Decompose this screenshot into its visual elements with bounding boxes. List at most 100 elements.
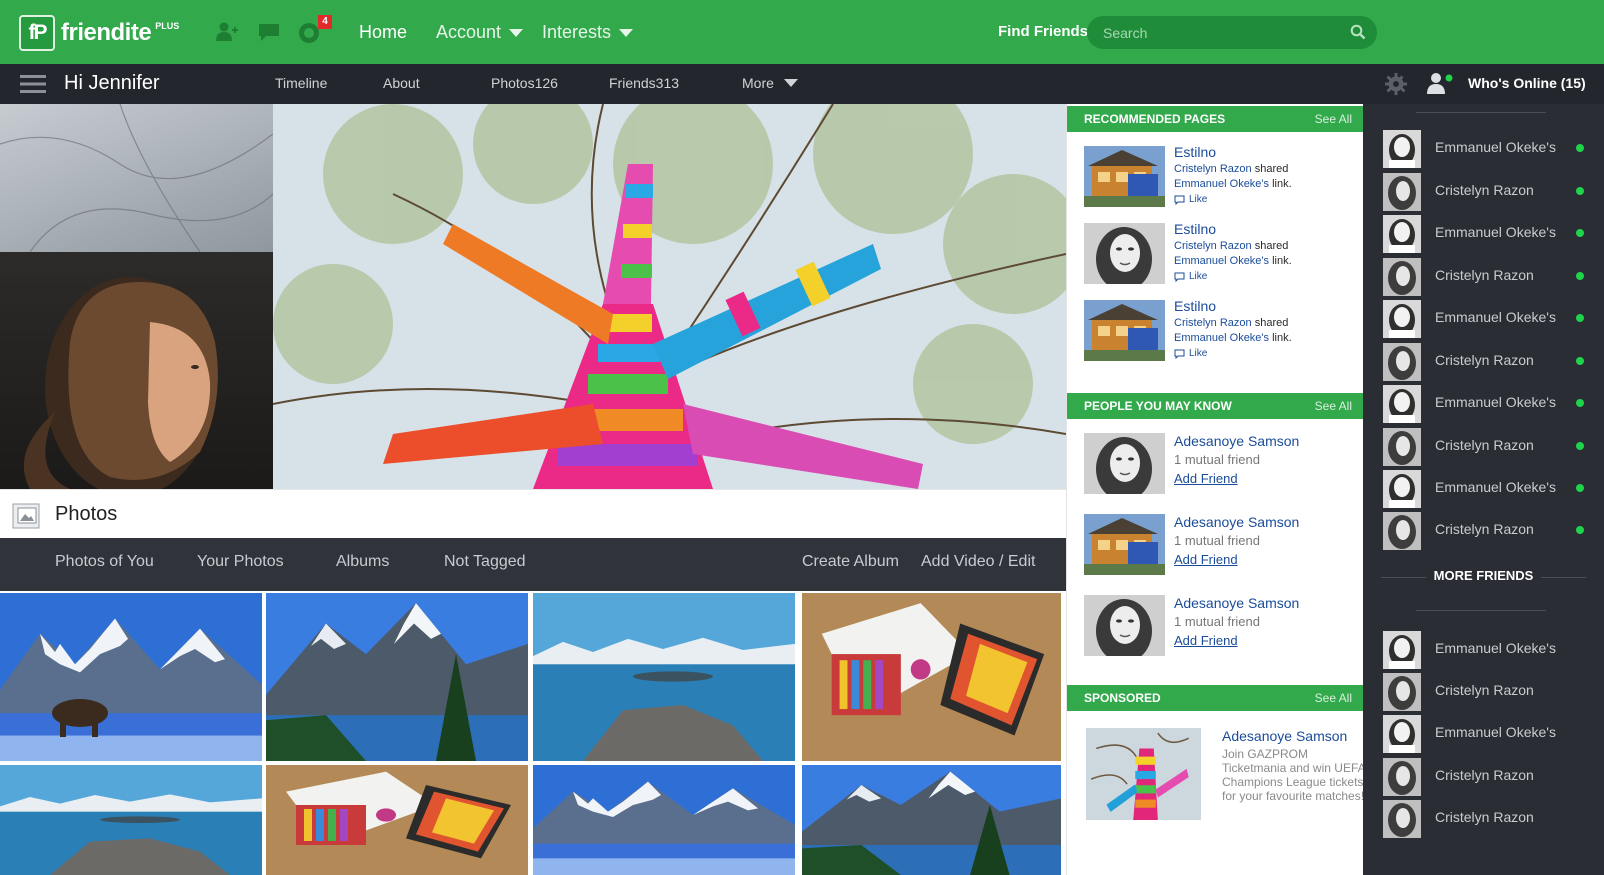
owner-link[interactable]: Emmanuel Okeke's bbox=[1174, 255, 1269, 267]
online-friend[interactable]: Emmanuel Okeke's bbox=[1363, 297, 1604, 339]
page-name[interactable]: Estilno bbox=[1174, 298, 1216, 314]
see-all-link[interactable]: See All bbox=[1315, 691, 1352, 705]
friend-name: Emmanuel Okeke's bbox=[1435, 309, 1556, 325]
tab-photos[interactable]: Photos126 bbox=[491, 75, 558, 91]
add-video-edit-button[interactable]: Add Video / Edit bbox=[921, 553, 1035, 571]
person-name[interactable]: Adesanoye Samson bbox=[1174, 595, 1299, 611]
hamburger-menu-icon[interactable] bbox=[20, 74, 46, 94]
online-friend[interactable]: Emmanuel Okeke's bbox=[1363, 467, 1604, 509]
like-label: Like bbox=[1189, 271, 1208, 282]
tab-your-photos[interactable]: Your Photos bbox=[197, 553, 284, 571]
friend[interactable]: Cristelyn Razon bbox=[1363, 797, 1604, 839]
tab-friends[interactable]: Friends313 bbox=[609, 75, 679, 91]
logo[interactable]: fP friendite PLUS bbox=[19, 15, 181, 51]
cover-photo[interactable] bbox=[272, 74, 1083, 489]
see-all-link[interactable]: See All bbox=[1315, 112, 1352, 126]
photo-thumbnail[interactable] bbox=[0, 593, 262, 761]
logo-plus: PLUS bbox=[155, 21, 180, 31]
friend-name: Cristelyn Razon bbox=[1435, 682, 1534, 698]
friend-name: Cristelyn Razon bbox=[1435, 809, 1534, 825]
tab-timeline[interactable]: Timeline bbox=[275, 75, 327, 91]
online-friend[interactable]: Cristelyn Razon bbox=[1363, 255, 1604, 297]
avatar bbox=[1383, 258, 1421, 296]
nav-account-dropdown[interactable]: Account bbox=[436, 22, 524, 43]
tab-photos-of-you[interactable]: Photos of You bbox=[55, 553, 154, 571]
owner-line: Emmanuel Okeke's link. bbox=[1174, 255, 1292, 267]
sharer-link[interactable]: Cristelyn Razon bbox=[1174, 163, 1252, 175]
photo-thumbnail[interactable] bbox=[266, 593, 528, 761]
whos-online-count[interactable]: Who's Online (15) bbox=[1468, 75, 1586, 91]
like-label: Like bbox=[1189, 348, 1208, 359]
page-name[interactable]: Estilno bbox=[1174, 144, 1216, 160]
person-avatar[interactable] bbox=[1084, 433, 1165, 494]
search-icon[interactable] bbox=[1350, 24, 1366, 40]
photo-thumbnail[interactable] bbox=[266, 765, 528, 875]
online-friend[interactable]: Emmanuel Okeke's bbox=[1363, 212, 1604, 254]
tab-albums[interactable]: Albums bbox=[336, 553, 389, 571]
online-status-dot bbox=[1576, 187, 1584, 195]
see-all-link[interactable]: See All bbox=[1315, 399, 1352, 413]
online-friend[interactable]: Cristelyn Razon bbox=[1363, 425, 1604, 467]
search-input[interactable] bbox=[1103, 23, 1343, 43]
photo-thumbnail[interactable] bbox=[533, 593, 795, 761]
online-status-dot bbox=[1576, 357, 1584, 365]
avatar bbox=[1383, 428, 1421, 466]
friend[interactable]: Emmanuel Okeke's bbox=[1363, 628, 1604, 670]
friend[interactable]: Emmanuel Okeke's bbox=[1363, 712, 1604, 754]
sponsored-image[interactable] bbox=[1086, 728, 1201, 820]
avatar bbox=[1383, 512, 1421, 550]
people-you-may-know-header: PEOPLE YOU MAY KNOW See All bbox=[1067, 393, 1364, 419]
friend-name: Emmanuel Okeke's bbox=[1435, 224, 1556, 240]
online-friend[interactable]: Cristelyn Razon bbox=[1363, 509, 1604, 551]
online-friend[interactable]: Emmanuel Okeke's bbox=[1363, 382, 1604, 424]
like-button[interactable]: Like bbox=[1174, 348, 1207, 359]
profile-picture[interactable] bbox=[0, 252, 273, 497]
photo-thumbnail[interactable] bbox=[533, 765, 795, 875]
nav-home[interactable]: Home bbox=[359, 22, 407, 43]
photo-thumbnail[interactable] bbox=[0, 765, 262, 875]
page-thumbnail[interactable] bbox=[1084, 300, 1165, 361]
page-name[interactable]: Estilno bbox=[1174, 221, 1216, 237]
online-user-icon[interactable] bbox=[1425, 72, 1455, 94]
avatar bbox=[1383, 300, 1421, 338]
friend[interactable]: Cristelyn Razon bbox=[1363, 670, 1604, 712]
messages-icon[interactable] bbox=[258, 22, 282, 42]
nav-interests-dropdown[interactable]: Interests bbox=[542, 22, 634, 43]
friend-requests-icon[interactable] bbox=[215, 22, 239, 42]
add-friend-link[interactable]: Add Friend bbox=[1174, 552, 1238, 567]
like-button[interactable]: Like bbox=[1174, 271, 1207, 282]
like-button[interactable]: Like bbox=[1174, 194, 1207, 205]
person-name[interactable]: Adesanoye Samson bbox=[1174, 514, 1299, 530]
sharer-link[interactable]: Cristelyn Razon bbox=[1174, 317, 1252, 329]
person-avatar[interactable] bbox=[1084, 595, 1165, 656]
person-avatar[interactable] bbox=[1084, 514, 1165, 575]
online-friend[interactable]: Emmanuel Okeke's bbox=[1363, 127, 1604, 169]
online-friends-panel: Emmanuel Okeke's Cristelyn Razon Emmanue… bbox=[1363, 104, 1604, 875]
recommended-page-item: Estilno Cristelyn Razon shared Emmanuel … bbox=[1084, 221, 1354, 291]
share-line: Cristelyn Razon shared bbox=[1174, 163, 1288, 175]
add-friend-link[interactable]: Add Friend bbox=[1174, 633, 1238, 648]
tab-more-dropdown[interactable]: More bbox=[742, 75, 798, 91]
page-thumbnail[interactable] bbox=[1084, 146, 1165, 207]
create-album-button[interactable]: Create Album bbox=[802, 553, 899, 571]
tab-about[interactable]: About bbox=[383, 75, 420, 91]
page-thumbnail[interactable] bbox=[1084, 223, 1165, 284]
add-friend-link[interactable]: Add Friend bbox=[1174, 471, 1238, 486]
online-status-dot bbox=[1576, 272, 1584, 280]
friend-name: Cristelyn Razon bbox=[1435, 521, 1534, 537]
find-friends-link[interactable]: Find Friends bbox=[998, 23, 1088, 40]
photo-thumbnail[interactable] bbox=[802, 593, 1061, 761]
sharer-link[interactable]: Cristelyn Razon bbox=[1174, 240, 1252, 252]
online-status-dot bbox=[1576, 144, 1584, 152]
owner-link[interactable]: Emmanuel Okeke's bbox=[1174, 178, 1269, 190]
online-friend[interactable]: Cristelyn Razon bbox=[1363, 340, 1604, 382]
gear-icon[interactable] bbox=[1385, 73, 1407, 95]
online-friend[interactable]: Cristelyn Razon bbox=[1363, 170, 1604, 212]
sponsored-name[interactable]: Adesanoye Samson bbox=[1222, 728, 1347, 744]
person-name[interactable]: Adesanoye Samson bbox=[1174, 433, 1299, 449]
online-status-dot bbox=[1576, 399, 1584, 407]
owner-link[interactable]: Emmanuel Okeke's bbox=[1174, 332, 1269, 344]
tab-not-tagged[interactable]: Not Tagged bbox=[444, 553, 526, 571]
photo-thumbnail[interactable] bbox=[802, 765, 1061, 875]
friend[interactable]: Cristelyn Razon bbox=[1363, 755, 1604, 797]
